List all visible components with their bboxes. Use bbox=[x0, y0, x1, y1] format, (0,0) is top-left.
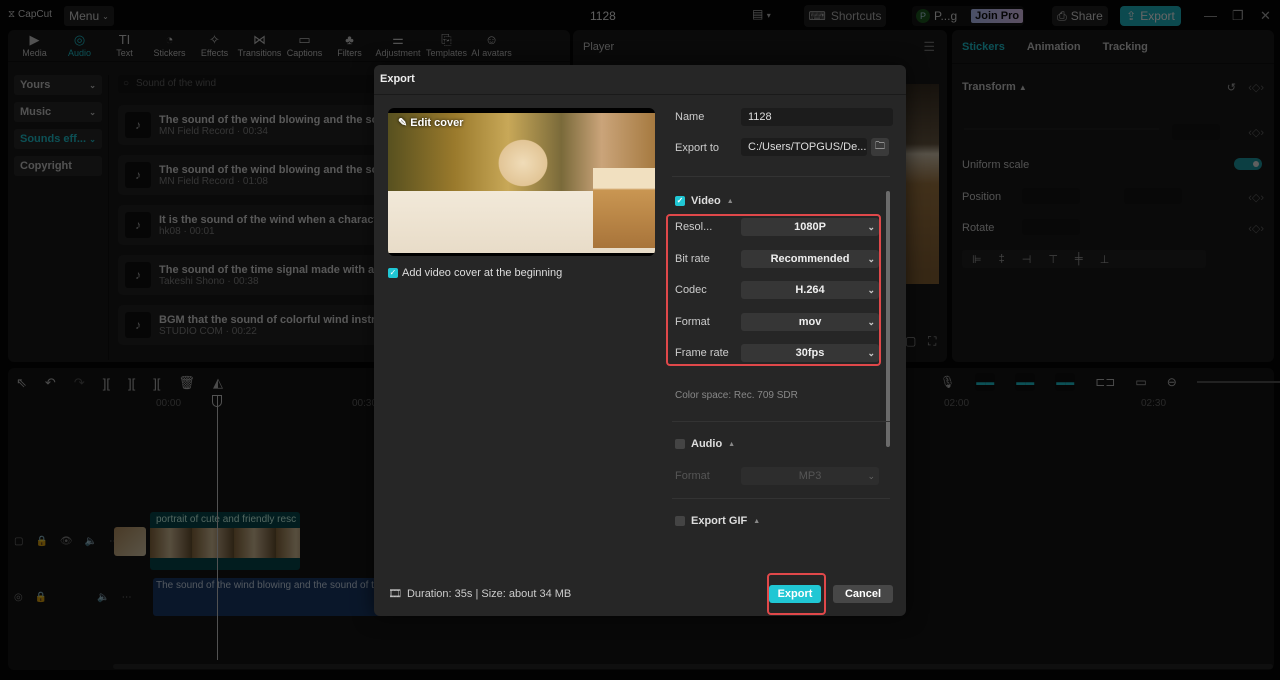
chevron-down-icon: ⌄ bbox=[867, 471, 875, 481]
export-to-label: Export to bbox=[675, 142, 720, 154]
pencil-icon: ✎ bbox=[398, 117, 408, 129]
cancel-button[interactable]: Cancel bbox=[833, 585, 893, 603]
checkbox-unchecked-icon[interactable] bbox=[675, 516, 685, 526]
checkbox-unchecked-icon[interactable] bbox=[675, 439, 685, 449]
film-icon: 🎞 bbox=[388, 588, 402, 600]
folder-icon[interactable]: 🗀 bbox=[871, 138, 889, 156]
name-input[interactable]: 1128 bbox=[741, 108, 893, 126]
divider bbox=[672, 498, 890, 499]
gif-section-toggle[interactable]: Export GIF ▲ bbox=[675, 515, 760, 527]
cover-preview[interactable]: ✎ Edit cover bbox=[388, 108, 655, 256]
dialog-title: Export bbox=[380, 73, 415, 85]
divider bbox=[672, 176, 890, 177]
export-path-input[interactable]: C:/Users/TOPGUS/De... bbox=[741, 138, 867, 156]
chevron-up-icon: ▲ bbox=[728, 440, 736, 448]
highlight-annotation bbox=[767, 573, 826, 615]
edit-cover-button[interactable]: ✎ Edit cover bbox=[398, 116, 463, 129]
export-dialog: Export ✎ Edit cover ✓ Add video cover at … bbox=[374, 65, 906, 616]
audio-format-label: Format bbox=[675, 470, 710, 482]
audio-format-select[interactable]: MP3 ⌄ bbox=[741, 467, 879, 485]
chevron-up-icon: ▲ bbox=[753, 517, 761, 525]
divider bbox=[374, 94, 906, 95]
highlight-annotation bbox=[666, 214, 881, 366]
audio-section-toggle[interactable]: Audio ▲ bbox=[675, 438, 735, 450]
cover-image-detail bbox=[593, 168, 655, 248]
add-cover-checkbox[interactable]: ✓ Add video cover at the beginning bbox=[388, 267, 562, 279]
divider bbox=[672, 421, 890, 422]
settings-scrollbar[interactable] bbox=[886, 191, 890, 447]
video-section-toggle[interactable]: ✓ Video ▲ bbox=[675, 195, 734, 207]
color-space-text: Color space: Rec. 709 SDR bbox=[675, 390, 798, 401]
name-label: Name bbox=[675, 111, 705, 123]
checkbox-checked-icon[interactable]: ✓ bbox=[675, 196, 685, 206]
checkbox-checked-icon: ✓ bbox=[388, 268, 398, 278]
export-info: 🎞 Duration: 35s | Size: about 34 MB bbox=[388, 587, 572, 601]
chevron-up-icon: ▲ bbox=[726, 197, 734, 205]
